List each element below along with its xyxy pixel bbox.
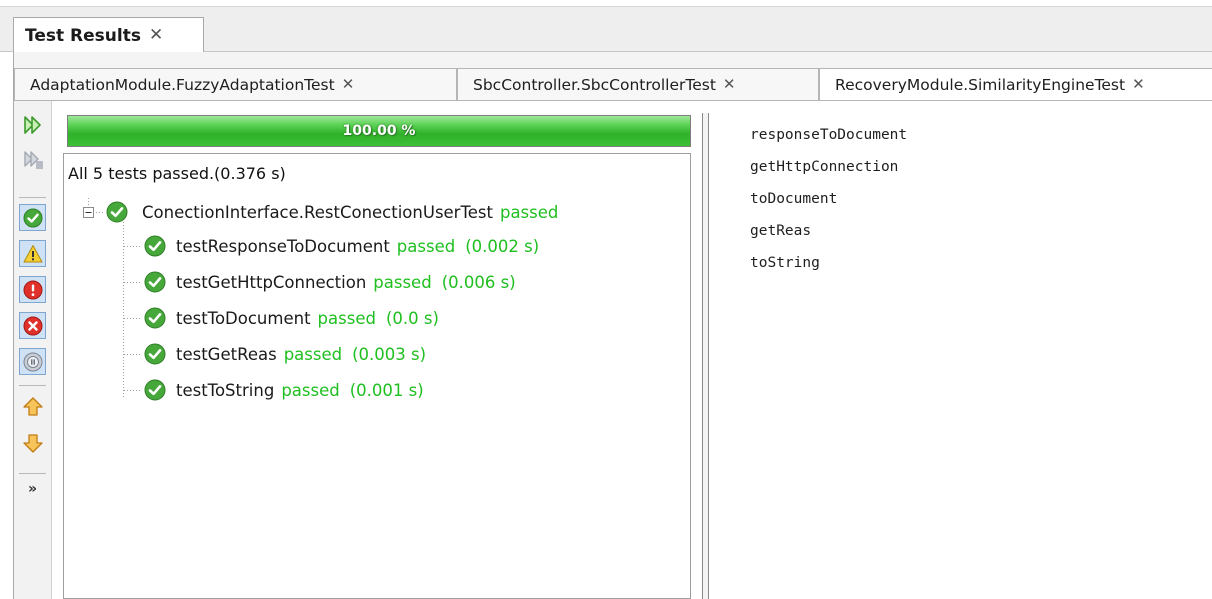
test-tree: All 5 tests passed.(0.376 s) ConectionIn… <box>63 153 691 599</box>
test-row[interactable]: testGetHttpConnection passed (0.006 s) <box>144 269 516 295</box>
progress-label: 100.00 % <box>342 123 416 139</box>
sub-tab-sbc-controller-test[interactable]: SbcController.SbcControllerTest ✕ <box>457 68 819 100</box>
test-name: testGetReas <box>176 344 277 364</box>
sub-tab-label: SbcController.SbcControllerTest <box>473 75 716 94</box>
sub-tab-label: RecoveryModule.SimilarityEngineTest <box>835 75 1126 94</box>
collapse-toggle[interactable] <box>83 207 94 218</box>
close-icon[interactable]: ✕ <box>723 77 736 92</box>
passed-check-icon <box>144 307 166 329</box>
test-duration: (0.001 s) <box>349 380 424 400</box>
show-failures-toggle[interactable] <box>19 276 46 303</box>
passed-check-icon <box>144 379 166 401</box>
error-icon <box>23 316 42 335</box>
show-passed-toggle[interactable] <box>19 204 46 231</box>
test-results-window: Test Results ✕ AdaptationModule.FuzzyAda… <box>0 0 1212 599</box>
test-suite-status: passed <box>499 202 559 222</box>
failure-icon <box>23 280 42 299</box>
show-errors-toggle[interactable] <box>19 312 46 339</box>
arrow-up-icon <box>22 396 43 416</box>
test-suite-row[interactable]: ConectionInterface.RestConectionUserTest… <box>106 199 558 225</box>
show-warnings-toggle[interactable] <box>19 240 46 267</box>
output-line: getHttpConnection <box>750 159 899 175</box>
test-duration: (0.002 s) <box>465 236 540 256</box>
sub-tab-label: AdaptationModule.FuzzyAdaptationTest <box>30 75 335 94</box>
tab-test-results[interactable]: Test Results ✕ <box>13 17 204 53</box>
passed-check-icon <box>144 271 166 293</box>
close-icon[interactable]: ✕ <box>149 27 163 44</box>
results-toolbar: » <box>14 101 52 599</box>
arrow-down-icon <box>22 433 43 453</box>
test-status: passed <box>281 380 340 400</box>
close-icon[interactable]: ✕ <box>342 77 355 92</box>
passed-check-icon <box>144 343 166 365</box>
tab-test-results-label: Test Results <box>25 25 141 46</box>
rerun-failed-icon <box>23 150 43 169</box>
show-skipped-toggle[interactable] <box>19 348 46 375</box>
test-duration: (0.0 s) <box>385 308 439 328</box>
test-row[interactable]: testResponseToDocument passed (0.002 s) <box>144 233 539 259</box>
warning-icon <box>23 244 42 262</box>
test-status: passed <box>317 308 376 328</box>
test-row[interactable]: testToDocument passed (0.0 s) <box>144 305 439 331</box>
test-row[interactable]: testGetReas passed (0.003 s) <box>144 341 426 367</box>
output-line: toDocument <box>750 191 838 207</box>
test-duration: (0.003 s) <box>352 344 427 364</box>
rerun-failed-button[interactable] <box>19 146 46 173</box>
output-line: toString <box>750 255 820 271</box>
pane-splitter[interactable] <box>702 113 709 599</box>
passed-check-icon <box>106 201 128 223</box>
test-duration: (0.006 s) <box>441 272 516 292</box>
minus-icon <box>85 212 92 213</box>
rerun-button[interactable] <box>19 111 46 138</box>
test-results-panel: » 100.00 % All 5 tests passed.(0.376 s) <box>13 100 1212 599</box>
test-status: passed <box>283 344 343 364</box>
rerun-icon <box>23 115 41 134</box>
toolbar-overflow-button[interactable]: » <box>14 481 51 497</box>
test-status: passed <box>373 272 432 292</box>
test-name: testToDocument <box>176 308 311 328</box>
skipped-icon <box>23 352 42 371</box>
test-status: passed <box>396 236 456 256</box>
close-icon[interactable]: ✕ <box>1132 77 1145 92</box>
progress-bar: 100.00 % <box>67 115 691 147</box>
output-line: responseToDocument <box>750 127 908 143</box>
previous-failure-button[interactable] <box>19 393 46 420</box>
test-row[interactable]: testToString passed (0.001 s) <box>144 377 424 403</box>
test-name: testToString <box>176 380 275 400</box>
sub-tab-fuzzy-adaptation-test[interactable]: AdaptationModule.FuzzyAdaptationTest ✕ <box>14 68 457 100</box>
test-suite-name: ConectionInterface.RestConectionUserTest <box>142 202 493 222</box>
passed-check-icon <box>144 235 166 257</box>
test-output-pane: responseToDocument getHttpConnection toD… <box>750 119 907 279</box>
output-line: getReas <box>750 223 812 239</box>
results-sub-tab-bar: AdaptationModule.FuzzyAdaptationTest ✕ S… <box>13 52 1212 100</box>
passed-check-icon <box>23 208 42 227</box>
test-name: testGetHttpConnection <box>176 272 367 292</box>
window-tab-bar: Test Results ✕ <box>0 6 1212 53</box>
next-failure-button[interactable] <box>19 429 46 456</box>
test-name: testResponseToDocument <box>176 236 390 256</box>
sub-tab-similarity-engine-test[interactable]: RecoveryModule.SimilarityEngineTest ✕ <box>819 68 1212 100</box>
